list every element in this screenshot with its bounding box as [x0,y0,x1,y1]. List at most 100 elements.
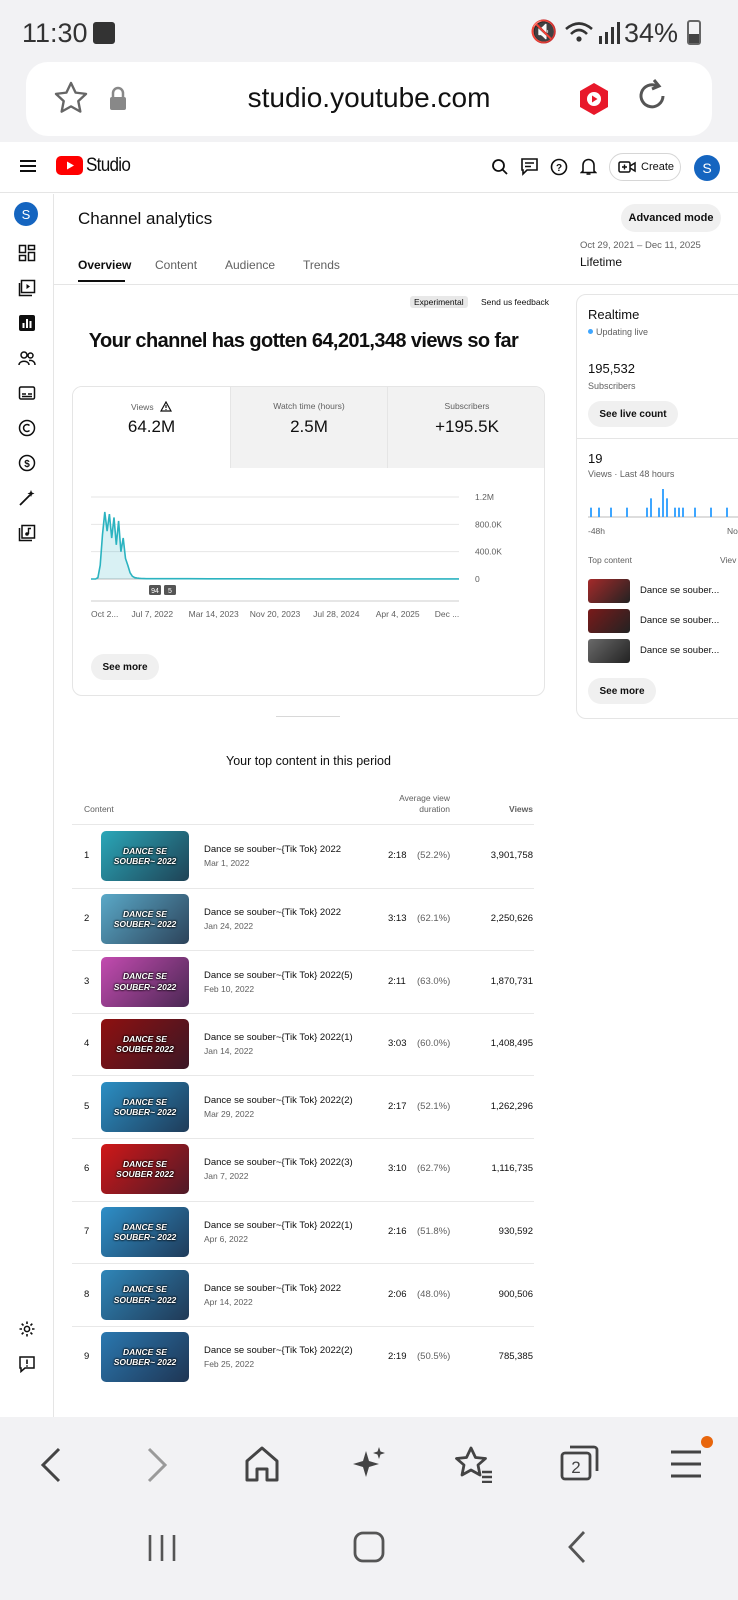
y-tick-label: 400.0K [475,547,502,557]
subtitles-icon[interactable] [16,382,38,404]
thumbnail-text: DANCE SE SOUBER~ 2022 [113,971,177,992]
settings-icon[interactable] [16,1318,38,1340]
status-bar: 11:30 🔇 34% [0,0,738,64]
realtime-item-title[interactable]: Dance se souber... [640,645,719,656]
create-button[interactable]: Create [609,153,681,181]
col-header-views[interactable]: Views [490,804,533,814]
realtime-subscribers-value: 195,532 [588,361,635,376]
recents-icon[interactable] [146,1533,178,1568]
series-area [91,512,459,579]
community-icon[interactable] [16,347,38,369]
send-feedback-link[interactable]: Send us feedback [481,297,549,307]
video-title[interactable]: Dance se souber~{Tik Tok} 2022(5) [204,970,353,981]
live-status-text: Updating live [596,327,649,337]
send-feedback-icon[interactable] [16,1353,38,1375]
x-tick-label: Mar 14, 2023 [189,609,239,619]
realtime-bar [646,507,648,517]
realtime-item-thumbnail[interactable] [588,639,630,663]
metric-watch-time[interactable]: Watch time (hours) 2.5M [230,387,387,468]
advanced-mode-button[interactable]: Advanced mode [621,204,721,232]
thumbnail-text: DANCE SE SOUBER~ 2022 [113,1221,177,1242]
menu-icon[interactable] [669,1449,703,1484]
video-thumbnail[interactable]: DANCE SE SOUBER~ 2022 [101,1269,189,1320]
realtime-bar [710,507,712,517]
sidebar: S $ [0,194,54,1417]
dashboard-icon[interactable] [16,242,38,264]
tab-audience[interactable]: Audience [225,258,275,272]
channel-avatar[interactable]: S [14,202,38,226]
signal-icon [598,22,622,49]
video-thumbnail[interactable]: DANCE SE SOUBER 2022 [101,1019,189,1070]
metric-subscribers-label: Subscribers [444,401,490,411]
video-thumbnail[interactable]: DANCE SE SOUBER~ 2022 [101,1206,189,1257]
realtime-bar [650,498,652,517]
customization-icon[interactable] [16,487,38,509]
audio-library-icon[interactable] [16,522,38,544]
back-icon[interactable] [40,1447,62,1488]
tab-overview[interactable]: Overview [78,258,131,282]
realtime-item-title[interactable]: Dance se souber... [640,615,719,626]
account-avatar[interactable]: S [694,155,720,181]
video-title[interactable]: Dance se souber~{Tik Tok} 2022(1) [204,1032,353,1043]
realtime-item-thumbnail[interactable] [588,579,630,603]
video-title[interactable]: Dance se souber~{Tik Tok} 2022 [204,844,341,855]
earn-icon[interactable]: $ [16,452,38,474]
bookmarks-icon[interactable] [454,1445,494,1488]
series-line [91,511,459,580]
realtime-item-thumbnail[interactable] [588,609,630,633]
home-button-icon[interactable] [352,1530,386,1569]
row-avd: 2:11 [388,975,406,987]
menu-icon[interactable] [20,159,36,178]
notifications-icon[interactable] [579,157,598,181]
video-title[interactable]: Dance se souber~{Tik Tok} 2022 [204,907,341,918]
realtime-bar [590,507,592,517]
search-icon[interactable] [491,158,509,181]
copyright-icon[interactable] [16,417,38,439]
video-title[interactable]: Dance se souber~{Tik Tok} 2022(1) [204,1220,353,1231]
video-thumbnail[interactable]: DANCE SE SOUBER 2022 [101,1144,189,1195]
studio-header: Studio ? Create S [0,142,738,193]
date-range-picker[interactable]: Oct 29, 2021 – Dec 11, 2025 Lifetime [580,240,738,272]
realtime-item-title[interactable]: Dance se souber... [640,585,719,596]
tabs-icon[interactable]: 2 [560,1443,600,1488]
col-header-avd[interactable]: Average view duration [386,793,450,816]
video-title[interactable]: Dance se souber~{Tik Tok} 2022 [204,1283,341,1294]
analytics-icon[interactable] [16,312,38,334]
browser-toolbar: 2 [0,1417,738,1600]
metric-subscribers[interactable]: Subscribers +195.5K [387,387,544,468]
video-thumbnail[interactable]: DANCE SE SOUBER~ 2022 [101,893,189,944]
row-rank: 4 [84,1038,90,1050]
reload-icon[interactable] [632,76,672,121]
video-thumbnail[interactable]: DANCE SE SOUBER~ 2022 [101,956,189,1007]
youtube-logo-icon[interactable] [56,156,83,180]
video-thumbnail[interactable]: DANCE SE SOUBER~ 2022 [101,1081,189,1132]
row-views: 1,408,495 [490,1038,533,1050]
forward-icon[interactable] [146,1447,168,1488]
x-tick-label: Apr 4, 2025 [376,609,420,619]
thumbnail-text: DANCE SE SOUBER~ 2022 [113,1096,177,1117]
row-rank: 1 [84,850,90,862]
system-back-icon[interactable] [566,1529,588,1570]
video-date: Jan 7, 2022 [204,1171,249,1182]
comments-icon[interactable] [520,157,539,181]
video-title[interactable]: Dance se souber~{Tik Tok} 2022(2) [204,1095,353,1106]
row-avd-pct: (62.7%) [417,1163,451,1175]
chart-see-more-button[interactable]: See more [91,654,159,680]
youtube-studio-extension-icon[interactable] [578,82,610,121]
see-live-count-button[interactable]: See live count [588,401,678,427]
battery-level: 34% [623,18,678,48]
tab-content[interactable]: Content [155,258,197,272]
metric-views[interactable]: Views 64.2M [73,387,230,468]
home-icon[interactable] [244,1445,280,1488]
video-title[interactable]: Dance se souber~{Tik Tok} 2022(3) [204,1157,353,1168]
video-thumbnail[interactable]: DANCE SE SOUBER~ 2022 [101,1332,189,1383]
video-title[interactable]: Dance se souber~{Tik Tok} 2022(2) [204,1345,353,1356]
video-thumbnail[interactable]: DANCE SE SOUBER~ 2022 [101,831,189,882]
realtime-see-more-button[interactable]: See more [588,678,656,704]
help-icon[interactable]: ? [550,158,568,181]
tab-trends[interactable]: Trends [303,258,340,272]
ai-assistant-icon[interactable] [350,1445,388,1488]
realtime-bar [678,507,680,517]
address-bar[interactable]: studio.youtube.com [26,62,712,136]
content-icon[interactable] [16,277,38,299]
